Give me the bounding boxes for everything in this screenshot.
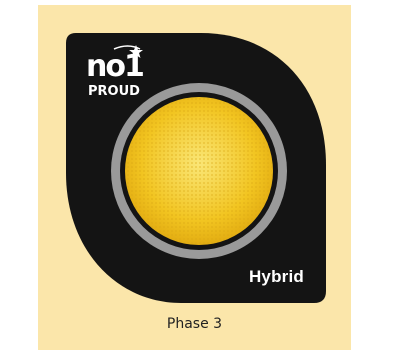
indicator-light-texture [125, 97, 273, 245]
background-panel: no1 PROUD Hybrid Phase 3 [38, 5, 351, 350]
brand-logo: no1 PROUD [84, 43, 146, 103]
svg-text:PROUD: PROUD [88, 84, 140, 99]
canvas: no1 PROUD Hybrid Phase 3 [0, 0, 408, 355]
image-caption: Phase 3 [166, 316, 223, 332]
mode-badge: no1 PROUD Hybrid [66, 33, 326, 303]
mode-label: Hybrid [248, 267, 304, 286]
